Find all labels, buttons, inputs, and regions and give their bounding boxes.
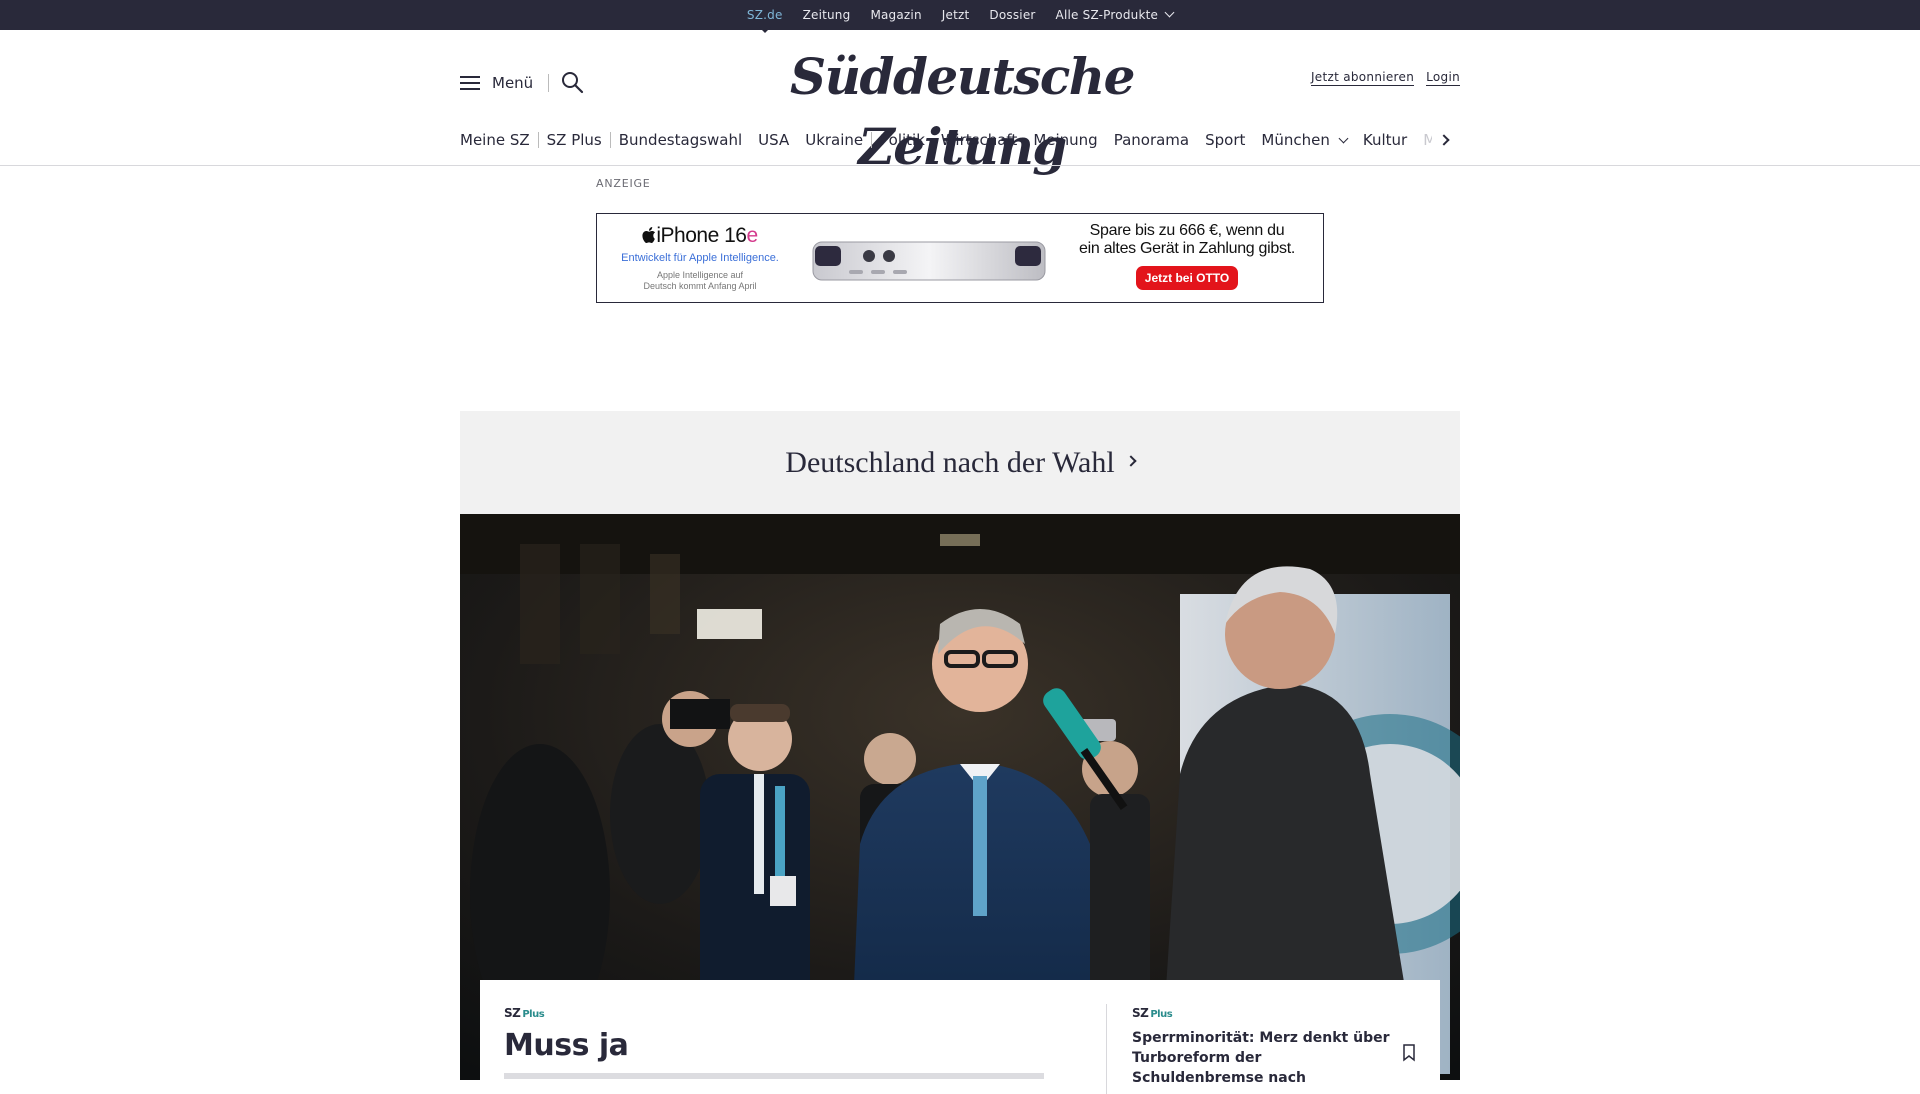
section-title: Deutschland nach der Wahl <box>785 445 1115 479</box>
nav-item-bundestagswahl[interactable]: Bundestagswahl <box>611 131 750 149</box>
topbar-link-magazin[interactable]: Magazin <box>860 8 931 22</box>
nav-item-sport[interactable]: Sport <box>1197 131 1253 149</box>
main-teaser-subline-cut <box>504 1073 1044 1079</box>
ad-product-name: iPhone 16 <box>656 224 747 247</box>
sz-plus-badge-sz: SZ <box>504 1006 521 1020</box>
login-link[interactable]: Login <box>1426 70 1460 86</box>
ad-headline-line2: ein altes Gerät in Zahlung gibst. <box>1078 240 1295 257</box>
nav-item-muenchen[interactable]: München <box>1253 131 1354 149</box>
ad-label: ANZEIGE <box>596 177 651 190</box>
ad-right: Spare bis zu 666 €, wenn du ein altes Ge… <box>1067 222 1307 290</box>
top-bar: SZ.de Zeitung Magazin Jetzt Dossier Alle… <box>0 0 1920 30</box>
nav-item-politik[interactable]: Politik <box>872 131 933 149</box>
nav-item-wirtschaft[interactable]: Wirtschaft <box>933 131 1025 149</box>
ad-note-line2: Deutsch kommt Anfang April <box>643 281 757 291</box>
site-logo[interactable]: Süddeutsche Zeitung <box>722 42 1202 176</box>
ad-left: iPhone 16e Entwickelt für Apple Intellig… <box>615 224 785 292</box>
ad-headline-line1: Spare bis zu 666 €, wenn du <box>1089 222 1285 239</box>
chevron-down-icon <box>1164 7 1175 18</box>
nav-item-usa[interactable]: USA <box>750 131 797 149</box>
apple-logo-icon <box>642 227 656 243</box>
nav-item-meine-sz[interactable]: Meine SZ <box>460 131 538 149</box>
menu-button[interactable]: Menü <box>460 70 533 96</box>
ad-headline: Spare bis zu 666 €, wenn du ein altes Ge… <box>1067 222 1307 258</box>
nav-item-kultur[interactable]: Kultur <box>1355 131 1415 149</box>
header-rule <box>0 165 1920 166</box>
ad-product: iPhone 16e <box>615 224 785 248</box>
bookmark-button[interactable] <box>1402 1044 1416 1062</box>
ad-note: Apple Intelligence auf Deutsch kommt Anf… <box>615 270 785 292</box>
nav-item-sz-plus[interactable]: SZ Plus <box>539 131 610 149</box>
nav-muenchen-label: München <box>1261 131 1330 149</box>
nav-item-panorama[interactable]: Panorama <box>1106 131 1197 149</box>
side-teaser-title: Sperrminorität: Merz denkt über Turboref… <box>1132 1030 1390 1086</box>
site-header: Menü Süddeutsche Zeitung Jetzt abonniere… <box>460 30 1460 176</box>
nav-item-meinung[interactable]: Meinung <box>1025 131 1105 149</box>
topbar-link-jetzt[interactable]: Jetzt <box>932 8 980 22</box>
chevron-right-icon <box>1125 454 1137 467</box>
side-teaser[interactable]: SZ Plus Sperrminorität: Merz denkt über T… <box>1132 1006 1392 1088</box>
topbar-link-zeitung[interactable]: Zeitung <box>793 8 861 22</box>
topbar-products-label: Alle SZ-Produkte <box>1055 8 1159 22</box>
sz-plus-badge: SZ Plus <box>1132 1006 1392 1020</box>
nav-item-ukraine[interactable]: Ukraine <box>797 131 871 149</box>
sz-plus-badge-sz: SZ <box>1132 1006 1149 1020</box>
top-bar-links: SZ.de Zeitung Magazin Jetzt Dossier Alle… <box>0 0 1920 30</box>
sz-plus-badge-plus: Plus <box>1150 1009 1173 1020</box>
chevron-right-icon <box>1438 134 1450 146</box>
ad-product-suffix: e <box>746 224 758 247</box>
teaser-card: SZ Plus Muss ja SZ Plus Sperrminorität: Me… <box>480 980 1440 1094</box>
ad-banner[interactable]: iPhone 16e Entwickelt für Apple Intellig… <box>596 213 1324 303</box>
menu-label: Menü <box>492 74 534 92</box>
ad-tagline: Entwickelt für Apple Intelligence. <box>621 252 779 264</box>
search-icon <box>562 72 584 94</box>
ad-phone-image <box>812 241 1046 281</box>
ad-note-line1: Apple Intelligence auf <box>656 270 744 280</box>
topbar-link-szde[interactable]: SZ.de <box>737 8 793 22</box>
teaser-divider <box>1106 1004 1107 1094</box>
nav-scroll-right-button[interactable] <box>1432 126 1460 154</box>
topbar-products-dropdown[interactable]: Alle SZ-Produkte <box>1046 7 1184 22</box>
sz-plus-badge: SZ Plus <box>504 1006 1084 1020</box>
section-banner[interactable]: Deutschland nach der Wahl <box>460 411 1460 514</box>
header-divider <box>548 74 549 92</box>
ad-cta-button[interactable]: Jetzt bei OTTO <box>1135 266 1239 290</box>
subscribe-link[interactable]: Jetzt abonnieren <box>1310 70 1415 86</box>
header-actions: Jetzt abonnieren Login <box>1310 70 1460 86</box>
topbar-link-dossier[interactable]: Dossier <box>979 8 1045 22</box>
sz-plus-badge-plus: Plus <box>522 1009 545 1020</box>
main-nav: Meine SZ SZ Plus Bundestagswahl USA Ukra… <box>460 126 1460 154</box>
search-button[interactable] <box>560 70 586 96</box>
hamburger-icon <box>460 75 480 91</box>
main-teaser[interactable]: SZ Plus Muss ja <box>504 1006 1084 1079</box>
bookmark-icon <box>1403 1044 1415 1062</box>
main-teaser-title: Muss ja <box>504 1028 629 1063</box>
chevron-down-icon <box>1338 133 1349 144</box>
